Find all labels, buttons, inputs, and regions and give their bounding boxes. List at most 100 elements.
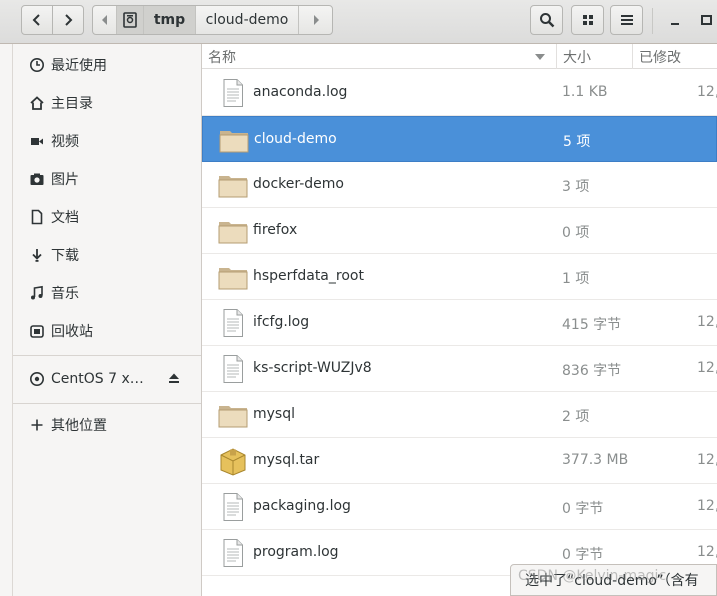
disc-icon: [25, 371, 49, 387]
arrow-right-icon: [313, 15, 319, 25]
file-row[interactable]: hsperfdata_root 1 项: [202, 254, 717, 300]
sidebar-item-label: 音乐: [51, 286, 79, 302]
file-modified: 12,: [697, 498, 717, 514]
search-button[interactable]: [530, 5, 563, 35]
file-name: packaging.log: [253, 498, 351, 514]
sidebar-item-label: 主目录: [51, 96, 93, 112]
document-icon: [25, 209, 49, 225]
sidebar-item-videos[interactable]: 视频: [13, 123, 201, 159]
sidebar-item-pictures[interactable]: 图片: [13, 161, 201, 197]
eject-icon[interactable]: [167, 371, 181, 389]
file-size: 3 项: [562, 179, 590, 195]
file-row[interactable]: mysql.tar 377.3 MB 12,: [202, 438, 717, 484]
file-size: 377.3 MB: [562, 452, 629, 468]
trash-icon: [25, 323, 49, 339]
file-name: hsperfdata_root: [253, 268, 364, 284]
column-header: 名称 大小 已修改: [202, 44, 717, 69]
sidebar-item-downloads[interactable]: 下载: [13, 237, 201, 273]
video-icon: [25, 133, 49, 149]
path-segment-cloud-demo[interactable]: cloud-demo: [196, 6, 299, 34]
path-scroll-left-button[interactable]: [93, 6, 117, 34]
watermark: CSDN @Kelvin-magic: [518, 568, 667, 584]
file-list: 名称 大小 已修改 anaconda.log 1.1 KB 12, cloud-dem…: [202, 44, 717, 596]
file-modified: 12,: [697, 314, 717, 330]
arrow-left-icon: [101, 15, 107, 25]
sidebar-item-label: 回收站: [51, 324, 93, 340]
forward-button[interactable]: [52, 5, 84, 35]
minimize-button[interactable]: [663, 8, 687, 32]
view-toggle-button[interactable]: [571, 5, 604, 35]
file-name: docker-demo: [253, 176, 344, 192]
file-name: mysql.tar: [253, 452, 320, 468]
minimize-icon: [671, 23, 679, 25]
file-row[interactable]: firefox 0 项: [202, 208, 717, 254]
sidebar-item-label: 最近使用: [51, 58, 107, 74]
sidebar: 最近使用 主目录 视频 图片 文档 下载 音乐 回收站 CentOS 7 x… …: [13, 44, 202, 596]
sidebar-item-label: 下载: [51, 248, 79, 264]
sort-descending-icon: [535, 54, 545, 60]
folder-icon: [217, 261, 249, 293]
music-icon: [25, 285, 49, 301]
file-row[interactable]: anaconda.log 1.1 KB 12,: [202, 70, 717, 116]
file-modified: 12,: [697, 84, 717, 100]
file-name: ks-script-WUZJv8: [253, 360, 372, 376]
file-modified: 12,: [697, 452, 717, 468]
file-modified: 12,: [697, 360, 717, 376]
sidebar-item-centos-device[interactable]: CentOS 7 x…: [13, 361, 201, 397]
header-separator: [652, 8, 653, 34]
path-root-button[interactable]: [117, 6, 144, 34]
file-size: 0 项: [562, 225, 590, 241]
sidebar-item-label: 文档: [51, 210, 79, 226]
text-file-icon: [217, 537, 249, 569]
hamburger-icon: [620, 15, 633, 25]
file-row[interactable]: packaging.log 0 字节 12,: [202, 484, 717, 530]
sidebar-item-trash[interactable]: 回收站: [13, 313, 201, 349]
file-name: program.log: [253, 544, 339, 560]
folder-icon: [217, 215, 249, 247]
archive-icon: [217, 445, 249, 477]
text-file-icon: [217, 307, 249, 339]
sidebar-item-other-locations[interactable]: 其他位置: [13, 407, 201, 443]
file-size: 1.1 KB: [562, 84, 608, 100]
drive-icon: [123, 12, 137, 28]
path-segment-tmp[interactable]: tmp: [144, 6, 196, 34]
path-scroll-right-button[interactable]: [299, 6, 332, 34]
file-size: 415 字节: [562, 317, 622, 333]
back-button[interactable]: [21, 5, 53, 35]
text-file-icon: [217, 491, 249, 523]
clock-icon: [25, 57, 49, 73]
sidebar-item-documents[interactable]: 文档: [13, 199, 201, 235]
sidebar-item-recent[interactable]: 最近使用: [13, 47, 201, 83]
file-name: cloud-demo: [254, 131, 337, 147]
folder-icon: [218, 124, 250, 156]
text-file-icon: [217, 353, 249, 385]
menu-button[interactable]: [610, 5, 643, 35]
file-name: firefox: [253, 222, 298, 238]
text-file-icon: [217, 77, 249, 109]
camera-icon: [25, 171, 49, 187]
file-row[interactable]: ifcfg.log 415 字节 12,: [202, 300, 717, 346]
path-bar: tmp cloud-demo: [92, 5, 333, 35]
home-icon: [25, 95, 49, 111]
column-name-header[interactable]: 名称: [208, 44, 558, 69]
column-modified-header[interactable]: 已修改: [632, 44, 717, 69]
sidebar-item-home[interactable]: 主目录: [13, 85, 201, 121]
sidebar-item-label: 图片: [51, 172, 79, 188]
file-size: 2 项: [562, 409, 590, 425]
header-bar: tmp cloud-demo: [0, 0, 717, 44]
file-row[interactable]: cloud-demo 5 项: [202, 116, 717, 162]
plus-icon: [25, 418, 49, 432]
file-row[interactable]: mysql 2 项: [202, 392, 717, 438]
sidebar-item-music[interactable]: 音乐: [13, 275, 201, 311]
column-size-header[interactable]: 大小: [556, 44, 634, 69]
file-name: mysql: [253, 406, 295, 422]
file-size: 1 项: [562, 271, 590, 287]
maximize-icon: [701, 15, 712, 25]
file-size: 0 字节: [562, 501, 604, 517]
file-row[interactable]: docker-demo 3 项: [202, 162, 717, 208]
sidebar-item-label: 其他位置: [51, 418, 107, 434]
folder-icon: [217, 169, 249, 201]
folder-icon: [217, 399, 249, 431]
file-row[interactable]: ks-script-WUZJv8 836 字节 12,: [202, 346, 717, 392]
maximize-button[interactable]: [700, 8, 717, 32]
